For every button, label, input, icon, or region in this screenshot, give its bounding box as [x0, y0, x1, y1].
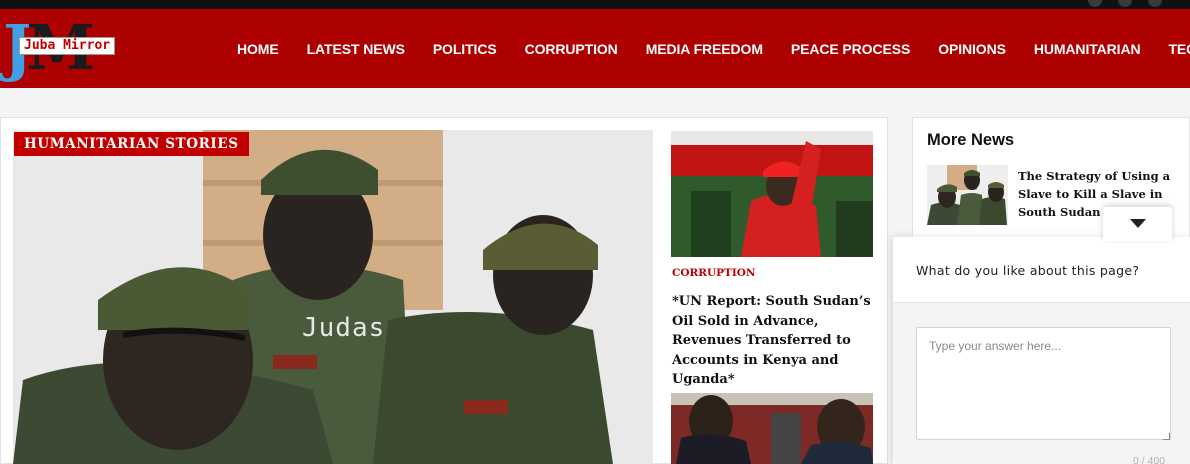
- hero-image[interactable]: [13, 130, 653, 464]
- site-logo[interactable]: JM Juba Mirror: [3, 13, 128, 83]
- social-icon[interactable]: [1118, 0, 1132, 7]
- side-story-title[interactable]: *UN Report: South Sudan’s Oil Sold in Ad…: [672, 292, 877, 390]
- nav-humanitarian[interactable]: HUMANITARIAN: [1034, 41, 1141, 57]
- nav-latest-news[interactable]: LATEST NEWS: [307, 41, 405, 57]
- chevron-down-icon: [1130, 219, 1146, 228]
- site-header: JM Juba Mirror HOME LATEST NEWS POLITICS…: [0, 9, 1190, 88]
- nav-home[interactable]: HOME: [237, 41, 279, 57]
- feedback-answer-input[interactable]: [916, 327, 1171, 440]
- more-news-heading: More News: [927, 131, 1015, 149]
- nav-tech[interactable]: TECH: [1168, 41, 1190, 57]
- nav-opinions[interactable]: OPINIONS: [938, 41, 1006, 57]
- feedback-panel: What do you like about this page? 0 / 40…: [893, 237, 1190, 464]
- social-icon[interactable]: [1148, 0, 1162, 7]
- feedback-header: What do you like about this page?: [893, 237, 1190, 303]
- side-story-photo-2: [671, 393, 873, 464]
- social-icon[interactable]: [1088, 0, 1102, 7]
- nav-media-freedom[interactable]: MEDIA FREEDOM: [646, 41, 763, 57]
- side-story-thumbnail[interactable]: [671, 131, 873, 257]
- feedback-char-counter: 0 / 400: [1133, 455, 1166, 464]
- side-story-photo: [671, 131, 873, 257]
- nav-corruption[interactable]: CORRUPTION: [525, 41, 618, 57]
- hero-overlay-text: Judas: [302, 313, 386, 343]
- more-news-thumbnail[interactable]: [927, 165, 1008, 225]
- nav-peace-process[interactable]: PEACE PROCESS: [791, 41, 910, 57]
- main-nav: HOME LATEST NEWS POLITICS CORRUPTION MED…: [237, 9, 1190, 88]
- side-story-category[interactable]: CORRUPTION: [672, 267, 755, 279]
- feedback-question: What do you like about this page?: [916, 263, 1140, 278]
- more-news-photo: [927, 165, 1008, 225]
- hero-photo-illustration: [13, 130, 653, 464]
- top-bar: [0, 0, 1190, 9]
- logo-tagline: Juba Mirror: [19, 37, 116, 55]
- resize-handle-icon[interactable]: [1163, 433, 1170, 440]
- nav-politics[interactable]: POLITICS: [433, 41, 497, 57]
- feedback-toggle-button[interactable]: [1103, 207, 1172, 241]
- hero-category-badge[interactable]: HUMANITARIAN STORIES: [14, 132, 249, 156]
- side-story-thumbnail-2[interactable]: [671, 393, 873, 464]
